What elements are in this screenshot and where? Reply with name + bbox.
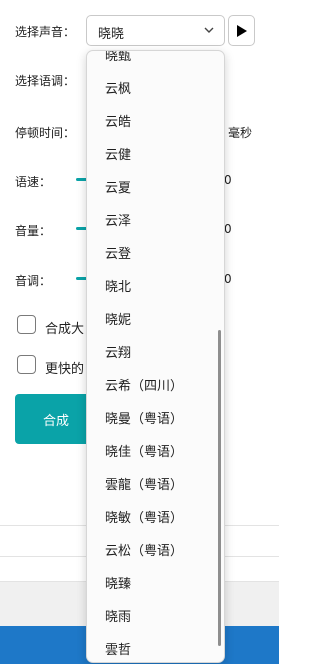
- volume-label: 音量：: [15, 224, 52, 238]
- play-icon: [237, 25, 247, 37]
- dropdown-option[interactable]: 晓北: [105, 276, 131, 295]
- dropdown-option[interactable]: 晓臻: [105, 573, 131, 592]
- checkbox-1-label: 合成大: [45, 322, 85, 337]
- checkbox-1[interactable]: [17, 315, 36, 334]
- dropdown-option[interactable]: 云夏: [105, 177, 131, 196]
- style-label: 选择语调：: [15, 74, 76, 88]
- volume-readout: 0: [224, 222, 232, 236]
- dropdown-option[interactable]: 雲哲: [105, 639, 131, 658]
- pause-unit: 毫秒: [228, 126, 253, 140]
- speed-label: 语速：: [15, 175, 52, 189]
- synthesize-button[interactable]: 合成: [15, 394, 97, 444]
- dropdown-option[interactable]: 云希（四川）: [105, 375, 183, 394]
- dropdown-scrollbar[interactable]: [218, 330, 221, 646]
- play-button[interactable]: [228, 15, 255, 46]
- voice-label: 选择声音：: [15, 25, 76, 39]
- dropdown-option[interactable]: 晓甄: [105, 51, 131, 64]
- dropdown-option[interactable]: 云枫: [105, 78, 131, 97]
- dropdown-option[interactable]: 雲龍（粤语）: [105, 474, 183, 493]
- checkbox-2[interactable]: [17, 355, 36, 374]
- voice-select-value: 晓晓: [98, 27, 125, 42]
- dropdown-option[interactable]: 云松（粤语）: [105, 540, 183, 559]
- dropdown-option[interactable]: 云登: [105, 243, 131, 262]
- dropdown-option[interactable]: 云皓: [105, 111, 131, 130]
- dropdown-option[interactable]: 云健: [105, 144, 131, 163]
- pitch-readout: 0: [224, 272, 232, 286]
- voice-dropdown-list[interactable]: 晓甄云枫云皓云健云夏云泽云登晓北晓妮云翔云希（四川） 晓曼（粤语） 晓佳（粤语） 雲龍…: [86, 50, 225, 663]
- pause-label: 停顿时间：: [15, 126, 76, 140]
- checkbox-2-label: 更快的: [45, 362, 85, 377]
- chevron-down-icon: [204, 27, 214, 33]
- pitch-label: 音调：: [15, 274, 52, 288]
- dropdown-option[interactable]: 晓妮: [105, 309, 131, 328]
- dropdown-option[interactable]: 晓曼（粤语）: [105, 408, 183, 427]
- dropdown-option[interactable]: 晓敏（粤语）: [105, 507, 183, 526]
- voice-select[interactable]: 晓晓: [86, 15, 225, 46]
- dropdown-option[interactable]: 云泽: [105, 210, 131, 229]
- dropdown-option[interactable]: 云翔: [105, 342, 131, 361]
- dropdown-option[interactable]: 晓雨: [105, 606, 131, 625]
- speed-readout: 0: [224, 173, 232, 187]
- dropdown-option[interactable]: 晓佳（粤语）: [105, 441, 183, 460]
